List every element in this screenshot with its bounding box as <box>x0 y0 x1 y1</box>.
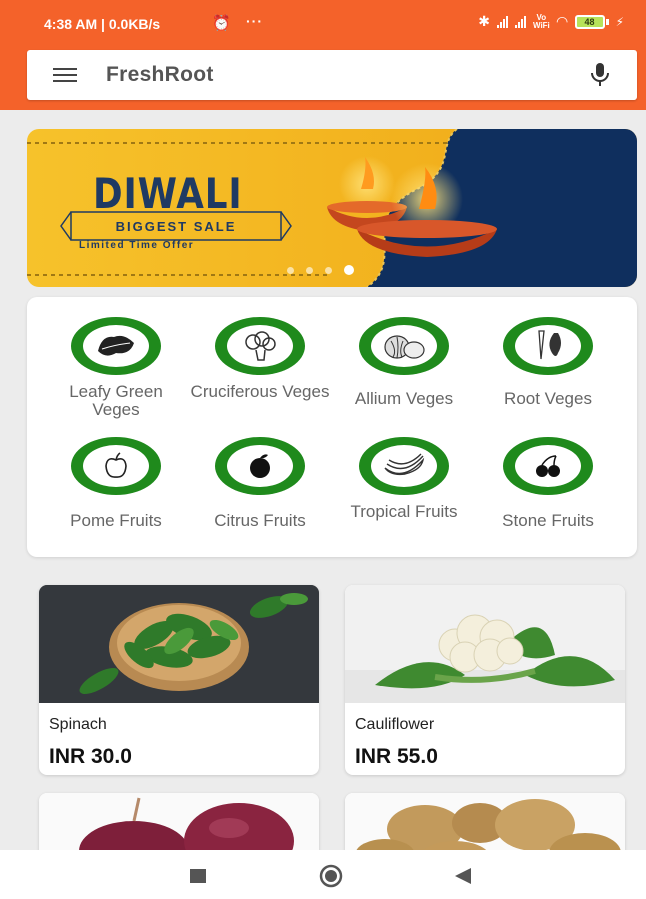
category-label: Stone Fruits <box>502 511 594 530</box>
home-circle-icon[interactable] <box>316 864 346 888</box>
category-pome[interactable]: Pome Fruits <box>44 437 188 530</box>
microphone-icon[interactable] <box>589 62 611 88</box>
carousel-dot[interactable] <box>325 266 332 274</box>
hamburger-menu-icon[interactable] <box>53 68 77 82</box>
banner-subtitle: Limited Time Offer <box>79 240 195 251</box>
volte-wifi-label: Vo WiFi <box>532 12 550 30</box>
product-price: INR 30.0 <box>49 745 132 768</box>
category-icon-ring <box>71 317 161 375</box>
status-time: 4:38 AM | 0.0KB/s <box>44 16 161 32</box>
spinach-image <box>39 585 319 703</box>
category-label: Allium Veges <box>354 389 454 408</box>
category-tropical[interactable]: Tropical Fruits <box>332 437 476 521</box>
carousel-dot-active[interactable] <box>344 265 354 275</box>
category-icon-ring <box>359 437 449 495</box>
banner-tag: BIGGEST SALE <box>115 218 237 234</box>
recents-square-icon[interactable] <box>189 868 207 884</box>
product-name: Spinach <box>49 716 107 733</box>
signal-icon <box>496 15 508 28</box>
product-price: INR 55.0 <box>355 745 438 768</box>
back-triangle-icon[interactable] <box>453 867 473 885</box>
category-label: Tropical Fruits <box>350 502 458 521</box>
category-icon-ring <box>71 437 161 495</box>
search-bar[interactable]: FreshRoot <box>27 50 637 100</box>
category-icon-ring <box>215 317 305 375</box>
cauliflower-image <box>345 585 625 703</box>
category-icon-ring <box>503 317 593 375</box>
banner-title: DIWALI <box>93 169 243 218</box>
system-navigation-bar <box>0 850 646 899</box>
category-label: Leafy Green Veges <box>69 382 163 419</box>
category-icon-ring <box>215 437 305 495</box>
product-card-cauliflower[interactable]: Cauliflower INR 55.0 <box>345 585 625 775</box>
status-icons: ✱ Vo WiFi ◠ 48 ⚡ <box>478 13 624 30</box>
category-root[interactable]: Root Veges <box>476 317 620 408</box>
category-label: Pome Fruits <box>70 511 162 530</box>
category-allium[interactable]: Allium Veges <box>332 317 476 408</box>
category-stone[interactable]: Stone Fruits <box>476 437 620 530</box>
category-label: Citrus Fruits <box>214 511 306 530</box>
category-cruciferous[interactable]: Cruciferous Veges <box>188 317 332 401</box>
signal-icon <box>514 15 526 28</box>
category-label: Cruciferous Veges <box>190 382 330 401</box>
orange-icon <box>250 454 270 478</box>
carousel-dot[interactable] <box>287 266 294 274</box>
root-vegetable-icon <box>538 330 561 360</box>
battery-level: 48 <box>574 14 605 29</box>
cauliflower-icon <box>245 331 276 361</box>
category-leafy-green[interactable]: Leafy Green Veges <box>44 317 188 419</box>
carousel-dot[interactable] <box>306 266 313 274</box>
charging-icon: ⚡ <box>615 14 624 29</box>
app-title: FreshRoot <box>106 63 214 86</box>
category-grid: Leafy Green Veges Cruciferous Veges Alli… <box>27 297 637 557</box>
onion-garlic-icon <box>384 335 425 359</box>
promo-banner[interactable]: DIWALI BIGGEST SALE Limited Time Offer <box>27 129 637 287</box>
carousel-indicator[interactable] <box>287 265 354 275</box>
battery-icon: 48 <box>574 14 609 29</box>
banana-icon <box>384 453 425 476</box>
leafy-green-icon <box>98 335 134 356</box>
bluetooth-icon: ✱ <box>478 13 490 29</box>
category-label: Root Veges <box>504 389 592 408</box>
wifi-icon: ◠ <box>556 13 568 29</box>
cherry-icon <box>536 455 560 477</box>
more-notifications: ··· <box>246 13 263 29</box>
status-bar: 4:38 AM | 0.0KB/s ⏰ ··· ✱ Vo WiFi ◠ 48 ⚡ <box>0 0 646 44</box>
product-card-spinach[interactable]: Spinach INR 30.0 <box>39 585 319 775</box>
apple-icon <box>105 452 127 478</box>
category-icon-ring <box>359 317 449 375</box>
product-name: Cauliflower <box>355 716 435 733</box>
category-citrus[interactable]: Citrus Fruits <box>188 437 332 530</box>
category-icon-ring <box>503 437 593 495</box>
alarm-icon: ⏰ <box>212 15 231 32</box>
